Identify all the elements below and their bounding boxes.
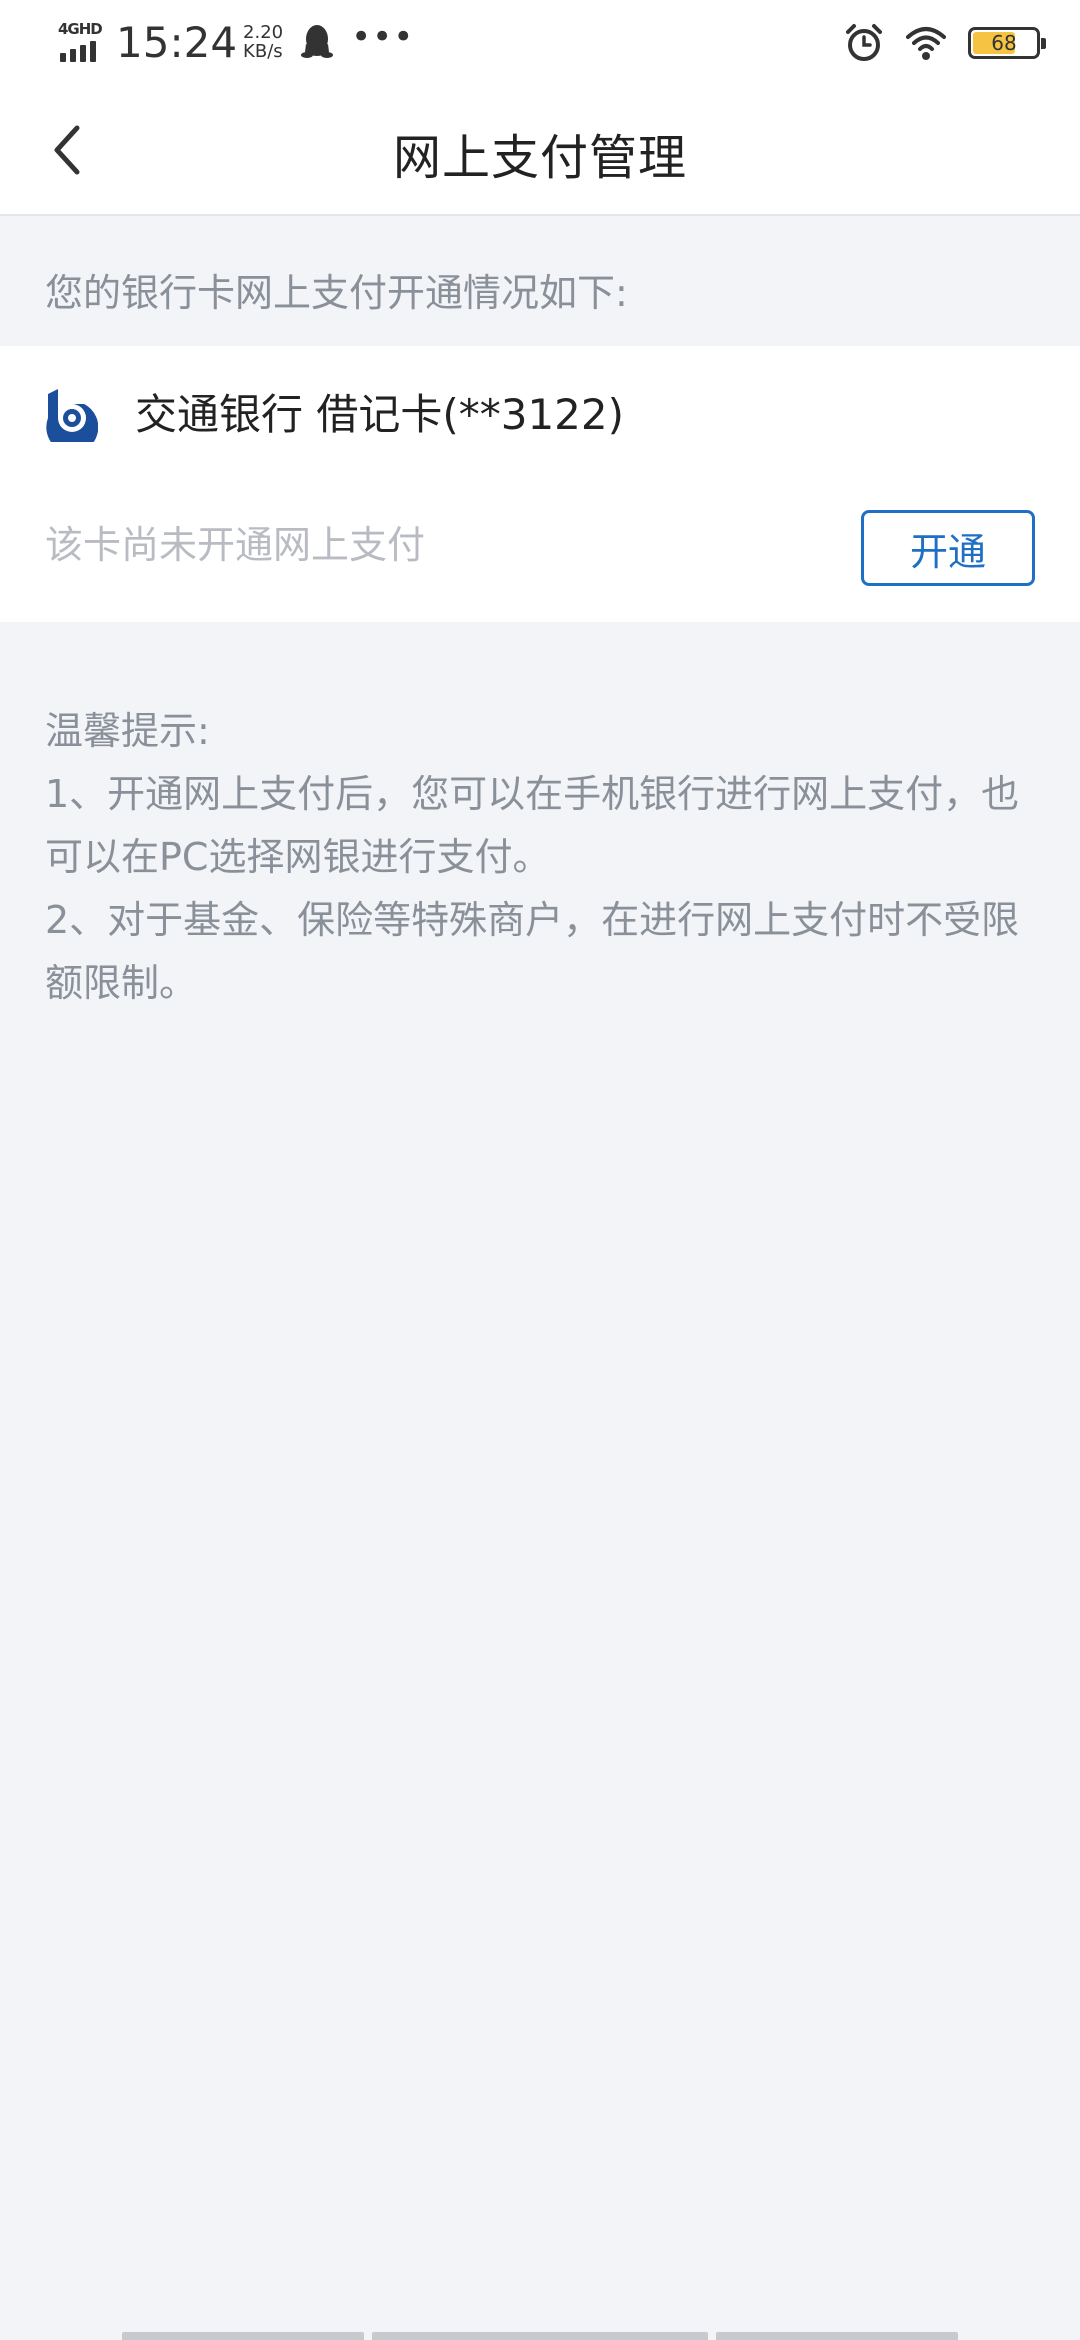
wifi-icon — [906, 27, 946, 60]
battery-icon: 68 — [968, 27, 1046, 59]
card-name: 交通银行 借记卡(**3122) — [135, 390, 625, 439]
speed-value: 2.20 — [243, 22, 284, 43]
status-left: 4GHD 15:24 2.20 KB/s ••• — [58, 14, 414, 70]
network-type: 4GHD — [58, 20, 103, 38]
screen: 4GHD 15:24 2.20 KB/s ••• 68 网上支付管理 您的银行卡… — [0, 0, 1080, 2340]
nav-header: 网上支付管理 — [0, 84, 1080, 216]
tip-item: 1、开通网上支付后，您可以在手机银行进行网上支付，也可以在PC选择网银进行支付。 — [45, 772, 1020, 879]
open-button[interactable]: 开通 — [861, 510, 1035, 586]
bottom-indicator-segment — [122, 2332, 364, 2340]
bank-card-panel: 交通银行 借记卡(**3122) 该卡尚未开通网上支付 开通 — [0, 346, 1080, 622]
clock: 15:24 — [116, 17, 238, 67]
tips-title: 温馨提示: — [45, 709, 210, 753]
tip-item: 2、对于基金、保险等特殊商户，在进行网上支付时不受限额限制。 — [45, 898, 1020, 1005]
intro-text: 您的银行卡网上支付开通情况如下: — [45, 271, 628, 315]
network-speed: 2.20 KB/s — [243, 23, 283, 61]
bottom-indicator — [0, 2332, 1080, 2340]
bottom-indicator-segment — [372, 2332, 708, 2340]
status-right: 68 — [844, 20, 1046, 66]
qq-icon — [301, 25, 334, 58]
bottom-indicator-segment — [716, 2332, 958, 2340]
bank-of-communications-logo — [46, 389, 98, 442]
alarm-icon — [846, 24, 882, 61]
battery-percent: 68 — [991, 31, 1017, 55]
speed-unit: KB/s — [243, 41, 283, 62]
status-bar: 4GHD 15:24 2.20 KB/s ••• 68 — [0, 0, 1080, 84]
signal-icon: 4GHD — [58, 20, 108, 64]
more-icon: ••• — [351, 17, 415, 57]
card-status: 该卡尚未开通网上支付 — [45, 523, 426, 567]
page-title: 网上支付管理 — [392, 130, 687, 186]
tips: 温馨提示: 1、开通网上支付后，您可以在手机银行进行网上支付，也可以在PC选择网… — [45, 700, 1035, 1015]
